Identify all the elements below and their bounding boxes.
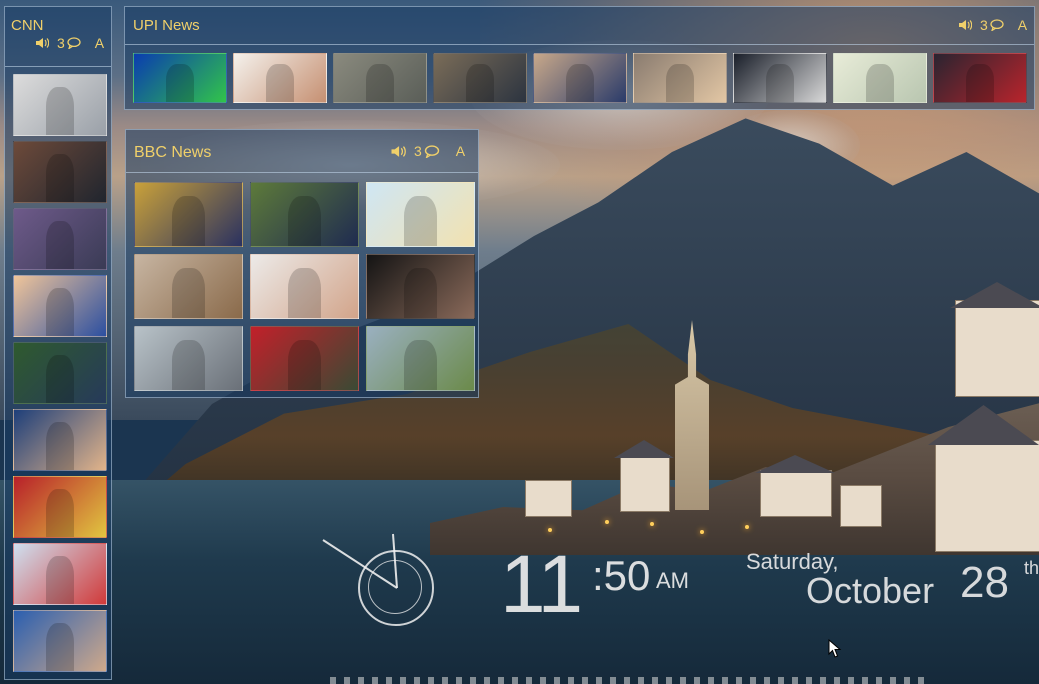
- cnn-thumb-man-walking[interactable]: [13, 342, 107, 404]
- clock-ampm: AM: [656, 568, 689, 593]
- bbc-thumb-somalia-map[interactable]: [366, 182, 475, 247]
- comment-icon[interactable]: [67, 37, 81, 49]
- upi-thumb-red-carpet-group[interactable]: [933, 53, 1027, 103]
- bbc-thumb-submarine-harbor[interactable]: [134, 326, 243, 391]
- bbc-thumb-man-glasses-dark[interactable]: [366, 254, 475, 319]
- bbc-thumb-speaker-podium-flags[interactable]: [134, 182, 243, 247]
- clock-minute: :50: [592, 552, 651, 599]
- upi-thumb-helicopter-sky[interactable]: [333, 53, 427, 103]
- cnn-thumb-raised-hands[interactable]: [13, 275, 107, 337]
- speaker-icon[interactable]: [958, 19, 972, 31]
- bbc-count: 3: [414, 143, 422, 159]
- upi-thumb-map[interactable]: [833, 53, 927, 103]
- bottom-ticker-text: [330, 677, 930, 684]
- cnn-title[interactable]: CNN: [11, 17, 44, 34]
- cnn-thumb-clinton-speaking[interactable]: [13, 610, 107, 672]
- mouse-cursor-icon: [828, 639, 842, 658]
- cnn-thumb-crowd-flags[interactable]: [13, 476, 107, 538]
- bbc-divider: [126, 172, 478, 173]
- clock-face: [358, 550, 434, 626]
- upi-divider: [125, 44, 1034, 45]
- bbc-font-toggle[interactable]: A: [456, 143, 465, 159]
- comment-icon[interactable]: [424, 144, 440, 158]
- date-suffix: th: [1024, 558, 1039, 578]
- date-month: October: [806, 570, 935, 611]
- bbc-status: 3 A: [390, 143, 465, 159]
- cnn-count: 3: [57, 35, 65, 51]
- cnn-thumb-seated-officials[interactable]: [13, 208, 107, 270]
- upi-thumb-officials-meeting[interactable]: [533, 53, 627, 103]
- clock-hour: 11: [500, 539, 583, 630]
- cnn-thumb-document-photo[interactable]: [13, 74, 107, 136]
- speaker-icon[interactable]: [35, 37, 49, 49]
- upi-thumb-celebrity-couple[interactable]: [633, 53, 727, 103]
- cnn-thumb-men-in-suits[interactable]: [13, 141, 107, 203]
- speaker-icon[interactable]: [390, 145, 406, 158]
- upi-count: 3: [980, 17, 988, 33]
- cnn-divider: [5, 66, 111, 67]
- bbc-thumb-soldier-red-cap[interactable]: [250, 326, 359, 391]
- cnn-thumb-trump-speaking[interactable]: [13, 409, 107, 471]
- upi-thumb-weather-radar[interactable]: [133, 53, 227, 103]
- cnn-thumb-skier[interactable]: [13, 543, 107, 605]
- upi-thumb-man-portrait[interactable]: [233, 53, 327, 103]
- upi-font-toggle[interactable]: A: [1018, 17, 1027, 33]
- upi-panel: UPI News 3 A: [124, 6, 1035, 110]
- cnn-font-toggle[interactable]: A: [95, 35, 104, 51]
- bbc-title[interactable]: BBC News: [134, 144, 211, 162]
- comment-icon[interactable]: [990, 19, 1004, 31]
- bbc-thumb-child-portrait[interactable]: [250, 254, 359, 319]
- upi-thumb-protest-crowd[interactable]: [433, 53, 527, 103]
- date-day: 28: [960, 558, 1009, 607]
- cnn-status: 3 A: [35, 35, 104, 51]
- upi-status: 3 A: [958, 17, 1027, 33]
- bbc-thumb-man-glasses-trees[interactable]: [250, 182, 359, 247]
- upi-thumb-man-tuxedo[interactable]: [733, 53, 827, 103]
- cnn-panel: CNN 3 A: [4, 6, 112, 680]
- bbc-panel: BBC News 3 A: [125, 129, 479, 398]
- bbc-thumb-road-sign[interactable]: [366, 326, 475, 391]
- bbc-thumb-man-on-rocks[interactable]: [134, 254, 243, 319]
- upi-title[interactable]: UPI News: [133, 17, 200, 34]
